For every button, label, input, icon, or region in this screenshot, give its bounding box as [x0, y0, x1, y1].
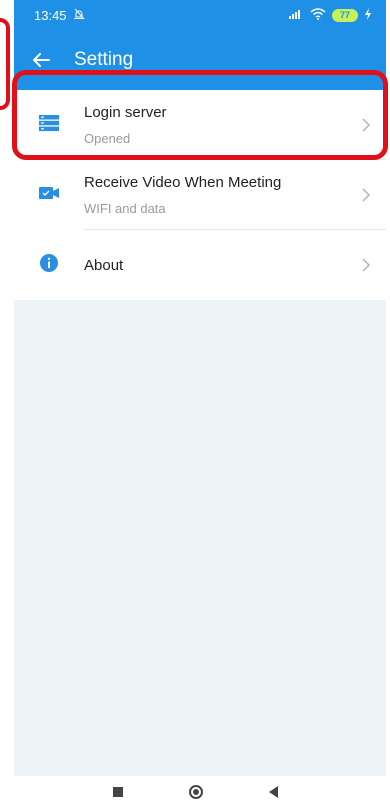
settings-item-receive-video[interactable]: Receive Video When Meeting WIFI and data: [14, 160, 386, 230]
video-camera-icon: [38, 185, 60, 206]
recents-icon[interactable]: [112, 787, 123, 797]
previous-highlight-edge: [0, 18, 10, 110]
chevron-right-icon: [346, 187, 386, 203]
settings-item-about[interactable]: About: [14, 230, 386, 300]
home-icon[interactable]: [188, 785, 203, 799]
settings-item-subtitle: WIFI and data: [84, 201, 166, 216]
status-time: 13:45: [34, 7, 67, 23]
wifi-icon: [310, 7, 326, 23]
charging-icon: [364, 7, 372, 23]
page-title: Setting: [74, 49, 134, 70]
highlight-box: [12, 70, 388, 160]
back-arrow-icon[interactable]: [32, 49, 54, 71]
info-icon: [39, 253, 59, 278]
notification-bell-off-icon: [73, 8, 85, 23]
status-bar: 13:45 77: [14, 0, 386, 30]
system-nav-bar: [0, 776, 390, 808]
chevron-right-icon: [346, 257, 386, 273]
settings-item-title: About: [84, 256, 124, 274]
signal-icon: [288, 8, 304, 23]
battery-indicator: 77: [332, 8, 358, 22]
back-triangle-icon[interactable]: [268, 786, 278, 798]
settings-item-title: Receive Video When Meeting: [84, 174, 282, 191]
